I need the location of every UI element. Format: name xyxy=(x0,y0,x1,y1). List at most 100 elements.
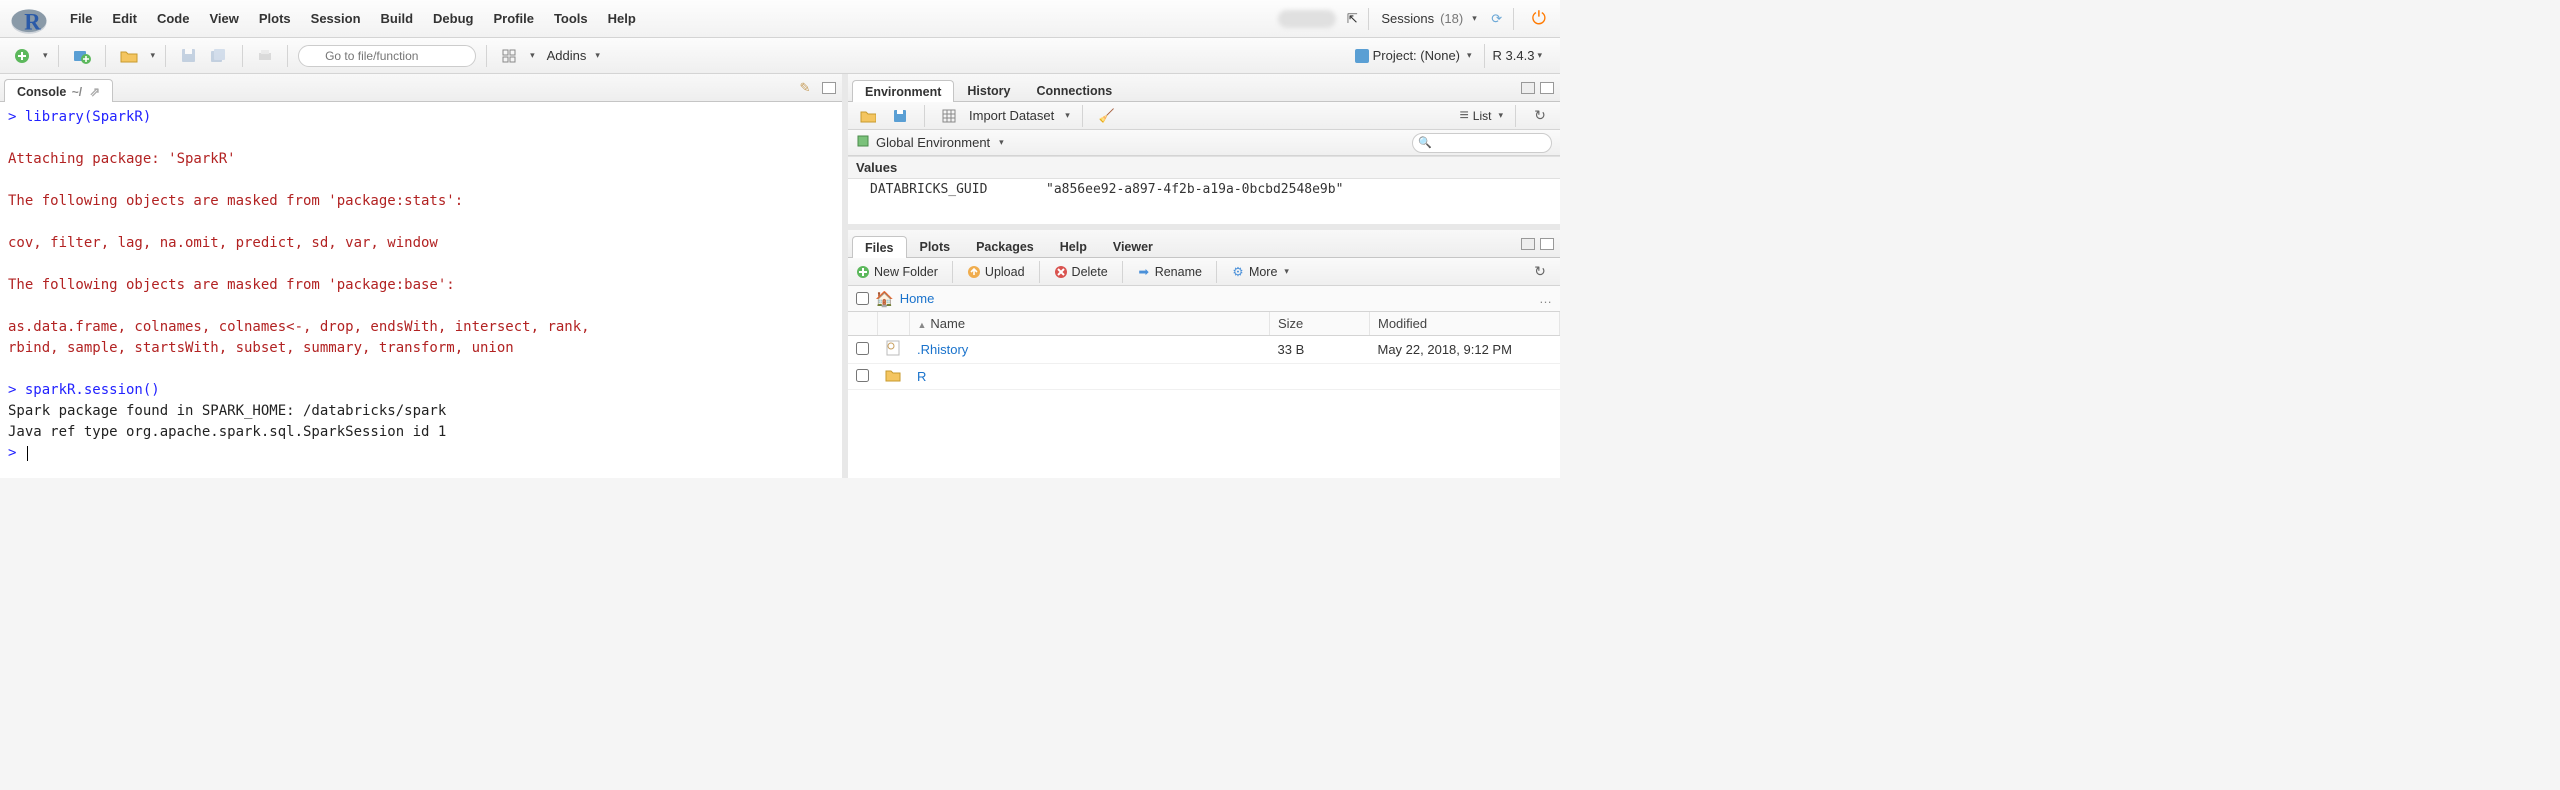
broom-icon[interactable]: ✎ xyxy=(793,76,817,100)
minimize-pane-icon[interactable] xyxy=(1521,82,1535,94)
new-file-caret[interactable]: ▾ xyxy=(43,50,48,61)
files-toolbar: New Folder Upload Delete ➡Rename ⚙More▾ xyxy=(848,258,1560,286)
menu-help[interactable]: Help xyxy=(598,0,646,38)
import-dataset-label[interactable]: Import Dataset xyxy=(969,108,1054,123)
env-scope-row: Global Environment ▾ 🔍 xyxy=(848,130,1560,156)
tab-help[interactable]: Help xyxy=(1047,235,1100,257)
tab-connections[interactable]: Connections xyxy=(1023,79,1125,101)
env-scope-dropdown[interactable]: Global Environment xyxy=(876,135,990,150)
menu-tools[interactable]: Tools xyxy=(544,0,598,38)
view-mode-dropdown[interactable]: List ▾ xyxy=(1459,107,1503,125)
save-workspace-icon[interactable] xyxy=(888,104,912,128)
col-name[interactable]: ▲Name xyxy=(909,312,1270,336)
menu-code[interactable]: Code xyxy=(147,0,200,38)
tab-plots[interactable]: Plots xyxy=(907,235,964,257)
save-icon[interactable] xyxy=(176,44,200,68)
panes-caret[interactable]: ▾ xyxy=(530,50,535,61)
r-version-dropdown[interactable]: R 3.4.3 ▾ xyxy=(1484,44,1550,68)
file-checkbox[interactable] xyxy=(856,342,869,355)
path-overflow-icon[interactable]: … xyxy=(1539,291,1552,306)
open-recent-caret[interactable]: ▾ xyxy=(151,50,156,61)
new-folder-button[interactable]: New Folder xyxy=(856,265,938,279)
console-pane: Console ~/ ⇗ ✎ > library(SparkR) Attachi… xyxy=(0,74,848,478)
search-icon: 🔍 xyxy=(1418,136,1432,149)
env-value-row[interactable]: DATABRICKS_GUID"a856ee92-a897-4f2b-a19a-… xyxy=(848,179,1560,200)
maximize-pane-icon[interactable] xyxy=(822,82,836,94)
file-name-link[interactable]: R xyxy=(917,369,926,384)
delete-button[interactable]: Delete xyxy=(1054,265,1108,279)
right-column: EnvironmentHistoryConnections Import Dat… xyxy=(848,74,1560,478)
file-name-link[interactable]: .Rhistory xyxy=(917,342,968,357)
menu-view[interactable]: View xyxy=(199,0,248,38)
menu-debug[interactable]: Debug xyxy=(423,0,483,38)
main-toolbar: ▾ ▾ ➔ ▾ Addins ▾ Project: (None) ▾ R 3.4… xyxy=(0,38,1560,74)
home-icon[interactable]: 🏠 xyxy=(875,290,894,308)
username-blurred xyxy=(1278,10,1336,28)
goto-file-function-input[interactable] xyxy=(298,45,476,67)
clear-objects-icon[interactable]: 🧹 xyxy=(1095,104,1119,128)
console-line: > sparkR.session() xyxy=(8,380,834,401)
file-checkbox[interactable] xyxy=(856,369,869,382)
sessions-count: (18) xyxy=(1440,11,1463,26)
env-search-input[interactable] xyxy=(1412,133,1552,153)
console-line: The following objects are masked from 'p… xyxy=(8,191,834,212)
col-modified[interactable]: Modified xyxy=(1370,312,1560,336)
console-line: > xyxy=(8,443,834,464)
file-row[interactable]: .Rhistory33 BMay 22, 2018, 9:12 PM xyxy=(848,336,1560,364)
import-dataset-icon[interactable] xyxy=(937,104,961,128)
menu-build[interactable]: Build xyxy=(371,0,424,38)
maximize-pane-icon[interactable] xyxy=(1540,82,1554,94)
new-file-icon[interactable] xyxy=(10,44,34,68)
crumb-home[interactable]: Home xyxy=(900,291,935,306)
console-line: cov, filter, lag, na.omit, predict, sd, … xyxy=(8,233,834,254)
menu-file[interactable]: File xyxy=(60,0,102,38)
addins-dropdown[interactable]: Addins xyxy=(547,48,587,63)
project-label: Project: (None) xyxy=(1373,48,1460,63)
open-file-icon[interactable] xyxy=(116,44,142,68)
tab-console[interactable]: Console ~/ ⇗ xyxy=(4,79,113,102)
maximize-pane-icon[interactable] xyxy=(1540,238,1554,250)
new-project-icon[interactable] xyxy=(69,44,95,68)
console-line xyxy=(8,170,834,191)
env-toolbar: Import Dataset ▾ 🧹 List ▾ xyxy=(848,102,1560,130)
refresh-icon[interactable] xyxy=(1528,260,1552,284)
grid-view-icon[interactable] xyxy=(497,44,521,68)
save-all-icon[interactable] xyxy=(206,44,232,68)
menu-profile[interactable]: Profile xyxy=(483,0,543,38)
tab-packages[interactable]: Packages xyxy=(963,235,1047,257)
refresh-icon[interactable] xyxy=(1528,104,1552,128)
upload-button[interactable]: Upload xyxy=(967,265,1025,279)
console-line: Java ref type org.apache.spark.sql.Spark… xyxy=(8,422,834,443)
select-all-checkbox[interactable] xyxy=(856,292,869,305)
minimize-pane-icon[interactable] xyxy=(1521,238,1535,250)
load-workspace-icon[interactable] xyxy=(856,104,880,128)
env-tabstrip: EnvironmentHistoryConnections xyxy=(848,74,1560,102)
files-tabstrip: FilesPlotsPackagesHelpViewer xyxy=(848,230,1560,258)
menu-edit[interactable]: Edit xyxy=(102,0,147,38)
file-size xyxy=(1270,364,1370,390)
console-output[interactable]: > library(SparkR) Attaching package: 'Sp… xyxy=(0,102,842,478)
tab-files[interactable]: Files xyxy=(852,236,907,258)
session-refresh-icon[interactable]: ⟳ xyxy=(1485,7,1509,31)
console-line: Spark package found in SPARK_HOME: /data… xyxy=(8,401,834,422)
popup-icon[interactable]: ⇗ xyxy=(90,85,100,99)
cube-icon xyxy=(856,134,870,151)
menu-session[interactable]: Session xyxy=(301,0,371,38)
console-tabstrip: Console ~/ ⇗ ✎ xyxy=(0,74,842,102)
print-icon[interactable] xyxy=(253,44,277,68)
file-row[interactable]: R xyxy=(848,364,1560,390)
tab-viewer[interactable]: Viewer xyxy=(1100,235,1166,257)
quit-session-icon[interactable]: ⏻ xyxy=(1526,8,1552,29)
sessions-dropdown[interactable]: Sessions (18) ▾ xyxy=(1373,11,1484,26)
menu-plots[interactable]: Plots xyxy=(249,0,301,38)
col-size[interactable]: Size xyxy=(1270,312,1370,336)
open-external-icon[interactable]: ⇱ xyxy=(1340,7,1364,31)
tab-environment[interactable]: Environment xyxy=(852,80,954,102)
project-dropdown[interactable]: Project: (None) ▾ xyxy=(1349,48,1478,63)
files-breadcrumb: 🏠 Home … xyxy=(848,286,1560,312)
tab-history[interactable]: History xyxy=(954,79,1023,101)
file-modified xyxy=(1370,364,1560,390)
more-dropdown[interactable]: ⚙More▾ xyxy=(1231,265,1289,279)
environment-pane: EnvironmentHistoryConnections Import Dat… xyxy=(848,74,1560,230)
rename-button[interactable]: ➡Rename xyxy=(1137,265,1202,279)
